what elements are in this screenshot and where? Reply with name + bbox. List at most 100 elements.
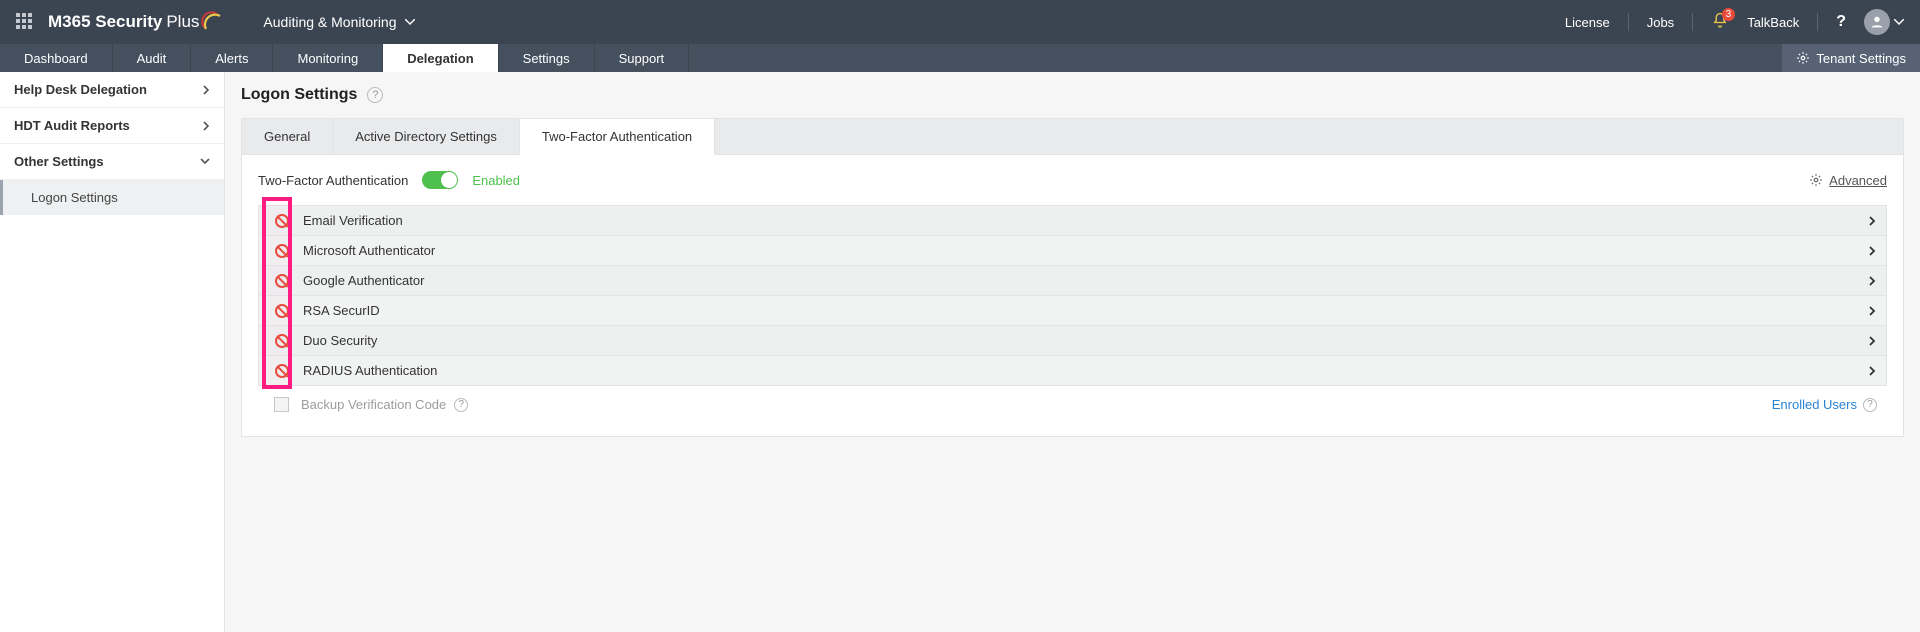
tab-monitoring[interactable]: Monitoring xyxy=(273,44,383,72)
method-name: Microsoft Authenticator xyxy=(303,243,1869,258)
tfa-status: Enabled xyxy=(472,173,520,188)
sidebar-item-label: HDT Audit Reports xyxy=(14,118,130,133)
sidebar-subitem-logon-settings[interactable]: Logon Settings xyxy=(0,180,224,215)
header-right: License Jobs 3 TalkBack ? xyxy=(1565,9,1904,35)
method-row-duo-security[interactable]: Duo Security xyxy=(258,325,1887,356)
sidebar-item-label: Help Desk Delegation xyxy=(14,82,147,97)
disabled-icon xyxy=(275,364,289,378)
subtabs: General Active Directory Settings Two-Fa… xyxy=(242,119,1903,155)
settings-panel: General Active Directory Settings Two-Fa… xyxy=(241,118,1904,437)
nav-tab-label: Delegation xyxy=(407,51,473,66)
brand-sub: Plus xyxy=(166,12,199,32)
tfa-toggle-row: Two-Factor Authentication Enabled Advanc… xyxy=(258,171,1887,189)
tfa-method-list: Email Verification Microsoft Authenticat… xyxy=(258,205,1887,386)
help-icon[interactable]: ? xyxy=(1863,398,1877,412)
tab-support[interactable]: Support xyxy=(595,44,690,72)
chevron-down-icon xyxy=(200,158,210,165)
subtab-ad-settings[interactable]: Active Directory Settings xyxy=(333,119,520,154)
nav-tab-label: Audit xyxy=(137,51,167,66)
chevron-right-icon[interactable] xyxy=(1869,366,1876,376)
method-row-google-authenticator[interactable]: Google Authenticator xyxy=(258,265,1887,296)
method-row-rsa-securid[interactable]: RSA SecurID xyxy=(258,295,1887,326)
notification-badge: 3 xyxy=(1722,8,1736,21)
license-link[interactable]: License xyxy=(1565,15,1610,30)
chevron-right-icon[interactable] xyxy=(1869,246,1876,256)
enrolled-users-link[interactable]: Enrolled Users xyxy=(1772,397,1857,412)
subtab-label: Active Directory Settings xyxy=(355,129,497,144)
tab-settings[interactable]: Settings xyxy=(499,44,595,72)
advanced-label: Advanced xyxy=(1829,173,1887,188)
apps-grid-icon[interactable] xyxy=(16,13,34,31)
chevron-right-icon xyxy=(203,85,210,95)
chevron-down-icon xyxy=(405,19,415,25)
sidebar-item-helpdesk-delegation[interactable]: Help Desk Delegation xyxy=(0,72,224,108)
nav-tab-label: Dashboard xyxy=(24,51,88,66)
module-dropdown[interactable]: Auditing & Monitoring xyxy=(263,14,414,30)
divider xyxy=(1817,13,1818,31)
module-label: Auditing & Monitoring xyxy=(263,14,396,30)
tenant-settings-button[interactable]: Tenant Settings xyxy=(1782,44,1920,72)
nav-tab-label: Support xyxy=(619,51,665,66)
top-header: M365 Security Plus Auditing & Monitoring… xyxy=(0,0,1920,44)
tab-delegation[interactable]: Delegation xyxy=(383,44,498,72)
chevron-right-icon[interactable] xyxy=(1869,216,1876,226)
disabled-icon xyxy=(275,304,289,318)
nav-tabs: Dashboard Audit Alerts Monitoring Delega… xyxy=(0,44,1920,72)
disabled-icon xyxy=(275,244,289,258)
chevron-right-icon[interactable] xyxy=(1869,276,1876,286)
help-icon[interactable]: ? xyxy=(454,398,468,412)
method-row-radius-authentication[interactable]: RADIUS Authentication xyxy=(258,355,1887,386)
panel-body: Two-Factor Authentication Enabled Advanc… xyxy=(242,155,1903,436)
brand-logo[interactable]: M365 Security Plus xyxy=(48,11,223,33)
help-icon[interactable]: ? xyxy=(1836,13,1846,31)
nav-tab-label: Settings xyxy=(523,51,570,66)
chevron-down-icon xyxy=(1894,19,1904,25)
gear-icon xyxy=(1809,173,1823,187)
sidebar-item-other-settings[interactable]: Other Settings xyxy=(0,144,224,180)
chevron-right-icon[interactable] xyxy=(1869,336,1876,346)
sidebar-item-label: Other Settings xyxy=(14,154,104,169)
page-title-row: Logon Settings ? xyxy=(241,86,1904,104)
disabled-icon xyxy=(275,274,289,288)
method-name: Google Authenticator xyxy=(303,273,1869,288)
method-name: RSA SecurID xyxy=(303,303,1869,318)
body: Help Desk Delegation HDT Audit Reports O… xyxy=(0,72,1920,632)
backup-code-label: Backup Verification Code xyxy=(301,397,446,412)
notifications-bell[interactable]: 3 xyxy=(1711,12,1729,33)
subtab-label: General xyxy=(264,129,310,144)
nav-tab-label: Alerts xyxy=(215,51,248,66)
sidebar-subitem-label: Logon Settings xyxy=(31,190,118,205)
tfa-toggle[interactable] xyxy=(422,171,458,189)
gear-icon xyxy=(1796,51,1810,65)
tab-alerts[interactable]: Alerts xyxy=(191,44,273,72)
user-menu[interactable] xyxy=(1864,9,1904,35)
divider xyxy=(1692,13,1693,31)
tab-audit[interactable]: Audit xyxy=(113,44,192,72)
brand-main: M365 Security xyxy=(48,12,162,32)
subtab-label: Two-Factor Authentication xyxy=(542,129,692,144)
divider xyxy=(1628,13,1629,31)
disabled-icon xyxy=(275,214,289,228)
backup-code-row: Backup Verification Code ? Enrolled User… xyxy=(258,385,1887,416)
disabled-icon xyxy=(275,334,289,348)
method-row-email-verification[interactable]: Email Verification xyxy=(258,205,1887,236)
subtab-general[interactable]: General xyxy=(242,119,333,154)
page-title: Logon Settings xyxy=(241,86,357,104)
brand-arc-icon xyxy=(201,11,223,33)
chevron-right-icon[interactable] xyxy=(1869,306,1876,316)
method-row-microsoft-authenticator[interactable]: Microsoft Authenticator xyxy=(258,235,1887,266)
tab-dashboard[interactable]: Dashboard xyxy=(0,44,113,72)
nav-tab-label: Monitoring xyxy=(297,51,358,66)
chevron-right-icon xyxy=(203,121,210,131)
method-name: Email Verification xyxy=(303,213,1869,228)
subtab-tfa[interactable]: Two-Factor Authentication xyxy=(520,119,715,155)
method-name: Duo Security xyxy=(303,333,1869,348)
jobs-link[interactable]: Jobs xyxy=(1647,15,1674,30)
advanced-link[interactable]: Advanced xyxy=(1809,173,1887,188)
sidebar-item-hdt-audit-reports[interactable]: HDT Audit Reports xyxy=(0,108,224,144)
tfa-label: Two-Factor Authentication xyxy=(258,173,408,188)
help-icon[interactable]: ? xyxy=(367,87,383,103)
talkback-link[interactable]: TalkBack xyxy=(1747,15,1799,30)
backup-code-checkbox[interactable] xyxy=(274,397,289,412)
method-name: RADIUS Authentication xyxy=(303,363,1869,378)
